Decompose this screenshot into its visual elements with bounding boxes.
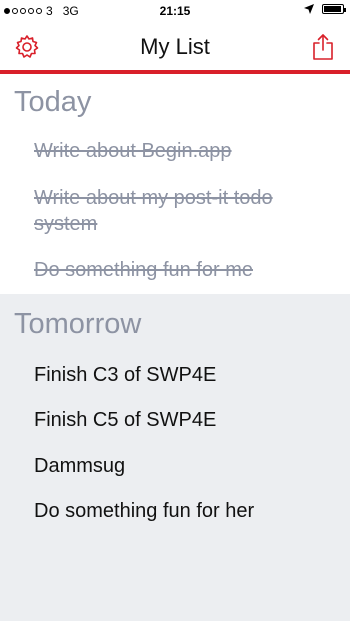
section-tomorrow: Tomorrow Finish C3 of SWP4E Finish C5 of… [0,294,350,621]
list-item[interactable]: Dammsug [34,453,324,479]
status-right [304,4,346,14]
status-bar: 3 3G 21:15 [0,0,350,22]
list-item[interactable]: Do something fun for her [34,498,324,524]
status-time: 21:15 [159,4,191,18]
navigation-bar: My List [0,22,350,72]
share-button[interactable] [308,32,338,62]
share-icon [313,34,333,60]
list-item[interactable]: Do something fun for me [34,257,324,283]
section-today: Today Write about Begin.app Write about … [0,74,350,294]
location-arrow-icon [304,4,314,14]
list-item[interactable]: Finish C3 of SWP4E [34,362,324,388]
battery-icon [322,4,346,14]
list-item[interactable]: Write about my post-it todo system [34,185,324,237]
list-item[interactable]: Write about Begin.app [34,138,324,164]
section-header-tomorrow: Tomorrow [14,308,142,340]
page-title: My List [140,34,210,59]
section-header-today: Today [14,86,92,118]
list-item[interactable]: Finish C5 of SWP4E [34,407,324,433]
